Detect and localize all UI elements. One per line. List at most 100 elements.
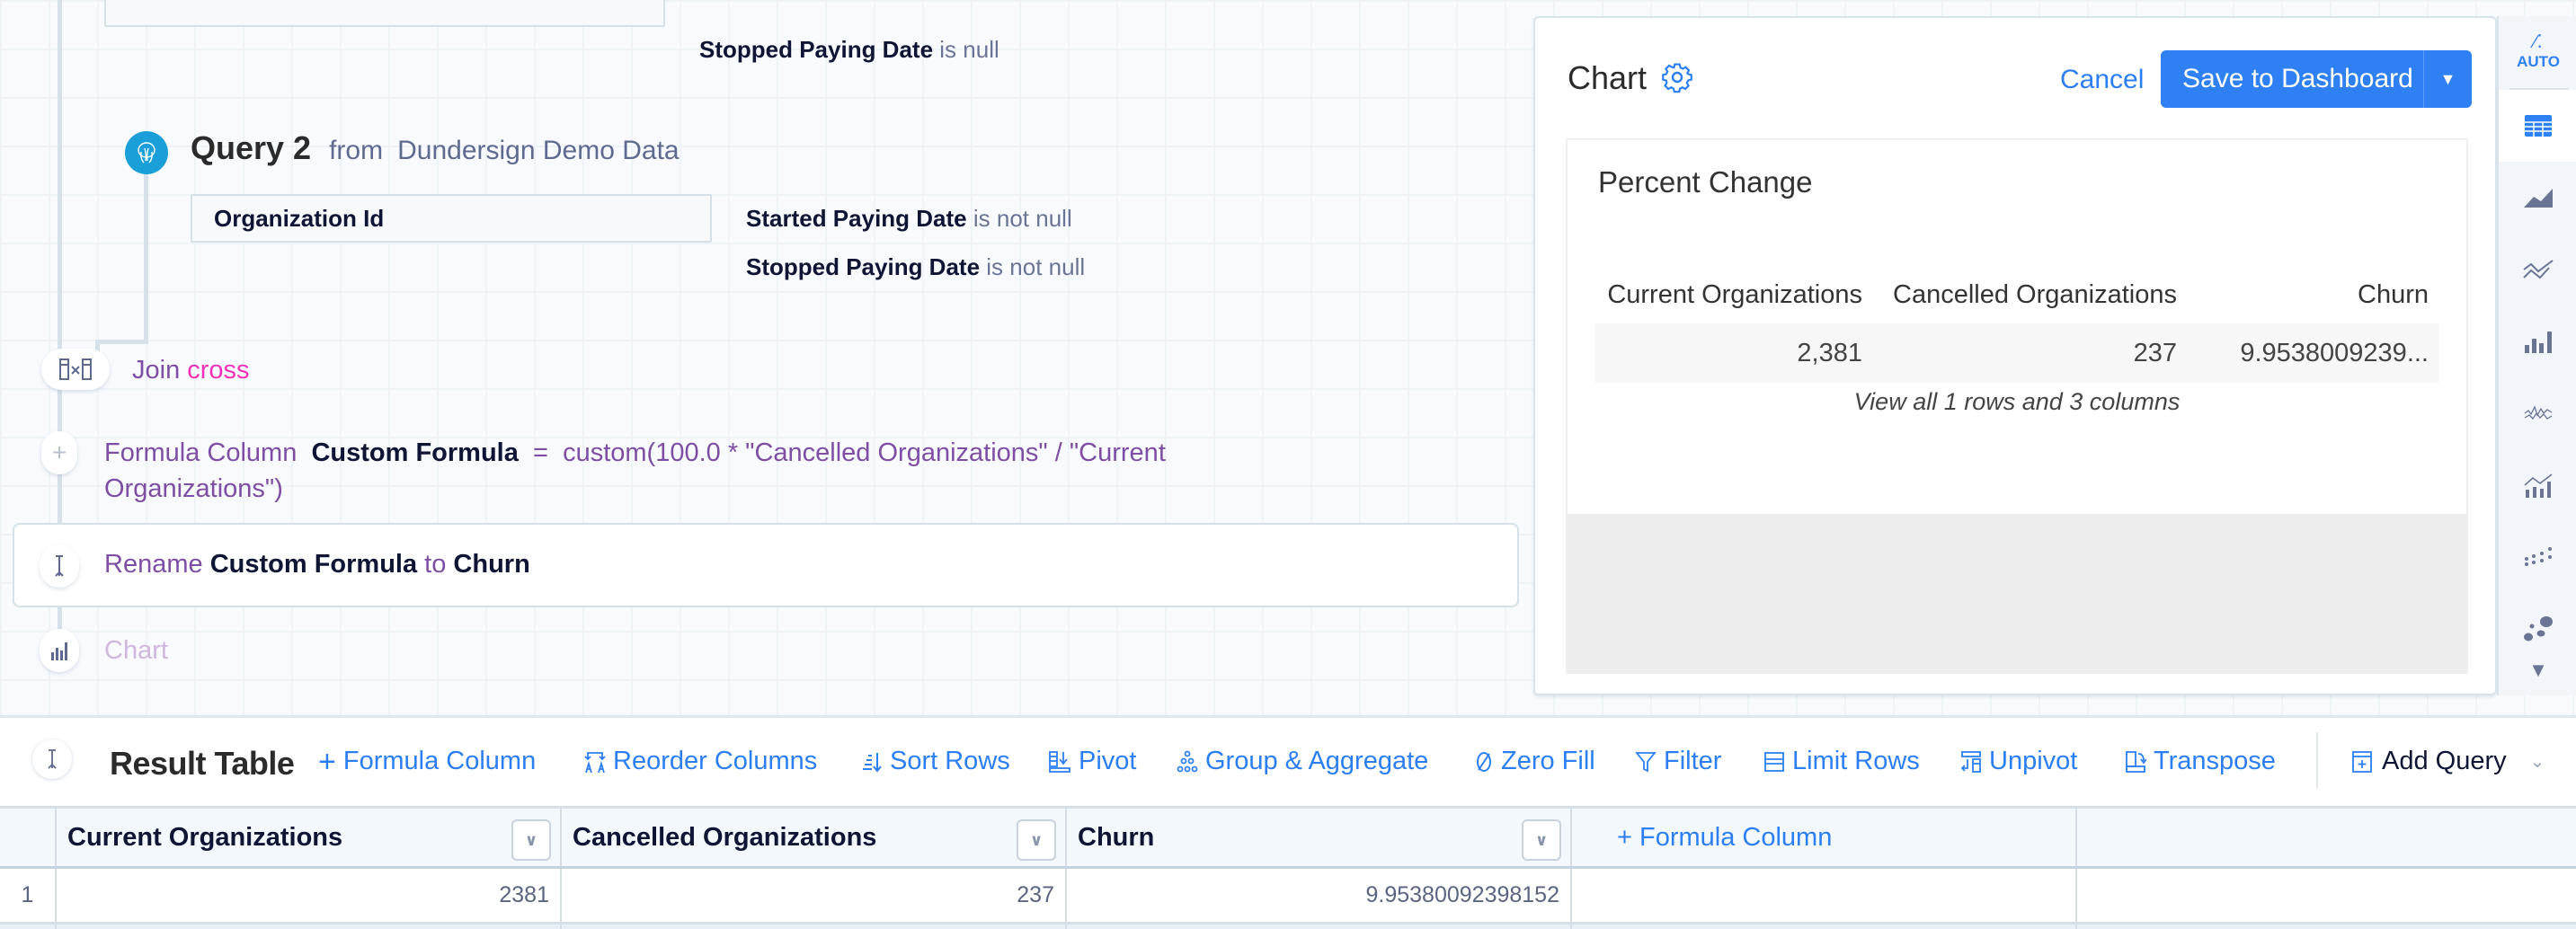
table-cell-empty	[1572, 869, 2077, 922]
chart-type-auto[interactable]: ⁄⁚ AUTO	[2499, 16, 2576, 88]
chart-type-bar-line[interactable]	[2499, 449, 2576, 521]
toolbar-label: Transpose	[2154, 747, 2276, 775]
query2-column-organization-id[interactable]: Organization Id	[191, 194, 712, 243]
chart-step-label: Chart	[104, 636, 168, 665]
query1-condition[interactable]: Stopped Paying Date is null	[699, 36, 999, 64]
magic-wand-icon: ⁄⁚	[2534, 32, 2543, 52]
chart-type-scatter[interactable]	[2499, 521, 2576, 593]
toolbar-label: Reorder Columns	[613, 747, 818, 775]
column-header-label: Churn	[1078, 822, 1155, 852]
pivot-icon	[1049, 750, 1070, 773]
formula-expression: custom(100.0 * "Cancelled Organizations"…	[563, 438, 1166, 467]
chart-type-sparkline[interactable]	[2499, 377, 2576, 449]
toolbar-zero-fill[interactable]: Zero Fill	[1474, 747, 1595, 776]
chart-type-more[interactable]: ▼	[2499, 645, 2576, 695]
toolbar-group-aggregate[interactable]: Group & Aggregate	[1177, 747, 1428, 776]
toolbar-unpivot[interactable]: Unpivot	[1960, 747, 2077, 776]
rename-to: Churn	[453, 550, 530, 579]
rename-step-text: Rename Custom Formula to Churn	[104, 550, 530, 580]
toolbar-limit-rows[interactable]: Limit Rows	[1763, 747, 1920, 776]
preview-table: Current Organizations Cancelled Organiza…	[1594, 266, 2439, 383]
toolbar-label: Zero Fill	[1501, 747, 1595, 775]
preview-header-cell: Current Organizations	[1607, 279, 1862, 309]
query2-condition-stopped[interactable]: Stopped Paying Date is not null	[746, 253, 1085, 281]
column-header-cancelled-organizations[interactable]: Cancelled Organizations ∨	[562, 809, 1067, 866]
toolbar-filter[interactable]: Filter	[1635, 747, 1721, 776]
preview-cell: 9.9538009239...	[2240, 338, 2429, 367]
rename-cursor-icon[interactable]	[40, 544, 79, 588]
query-name: Query 2	[191, 129, 312, 166]
table-icon	[2525, 115, 2552, 137]
save-label: Save to Dashboard	[2182, 64, 2413, 93]
gear-icon[interactable]	[1661, 61, 1693, 98]
postgres-elephant-icon	[125, 131, 168, 174]
save-to-dashboard-button[interactable]: Save to Dashboard ▼	[2161, 50, 2472, 108]
join-type[interactable]: cross	[187, 356, 249, 385]
filter-icon	[1635, 751, 1657, 772]
preview-header-cell: Churn	[2358, 279, 2429, 309]
view-all-link[interactable]: View all 1 rows and 3 columns	[1568, 388, 2466, 416]
rename-from: Custom Formula	[209, 550, 418, 579]
sparkline-icon	[2524, 405, 2553, 420]
chart-step[interactable]: Chart	[104, 636, 168, 666]
table-cell[interactable]: 2381	[57, 869, 562, 922]
table-cell[interactable]: 237	[562, 869, 1067, 922]
chart-panel-title: Chart	[1568, 59, 1648, 96]
result-table-title: Result Table	[110, 745, 295, 782]
query2-condition-started[interactable]: Started Paying Date is not null	[746, 205, 1072, 233]
add-query-button[interactable]: Add Query ⌄	[2351, 747, 2545, 776]
bar-line-icon	[2524, 473, 2553, 498]
toolbar-transpose[interactable]: Transpose	[2125, 747, 2276, 776]
cross-join-icon[interactable]	[41, 349, 110, 390]
chart-type-sidebar: ⁄⁚ AUTO ▼	[2497, 16, 2576, 695]
preview-header-cell: Cancelled Organizations	[1893, 279, 2177, 309]
toolbar-label: Pivot	[1079, 747, 1137, 775]
column-header-churn[interactable]: Churn ∨	[1067, 809, 1572, 866]
query1-column-box[interactable]	[104, 0, 665, 27]
chart-type-table[interactable]	[2499, 90, 2576, 162]
chart-type-bar[interactable]	[2499, 305, 2576, 377]
query2-title[interactable]: Query 2 from Dundersign Demo Data	[191, 129, 680, 167]
table-cell[interactable]: 9.95380092398152	[1067, 869, 1572, 922]
column-header-current-organizations[interactable]: Current Organizations ∨	[57, 809, 562, 866]
rename-step-card[interactable]: Rename Custom Formula to Churn	[13, 523, 1519, 607]
chevron-down-icon[interactable]: ∨	[1017, 819, 1056, 861]
query-source: Dundersign Demo Data	[397, 136, 680, 165]
preview-table-row: 2,381 237 9.9538009239...	[1594, 323, 2439, 383]
caret-down-icon[interactable]: ▼	[2424, 70, 2472, 89]
plus-icon[interactable]: +	[41, 431, 77, 474]
condition-operator: is not null	[973, 205, 1072, 232]
chevron-down-icon[interactable]: ∨	[511, 819, 551, 861]
toolbar-formula-column[interactable]: + Formula Column	[318, 744, 536, 779]
toolbar-sort-rows[interactable]: Sort Rows	[861, 747, 1010, 776]
toolbar-reorder-columns[interactable]: Reorder Columns	[584, 747, 817, 776]
resize-handle-icon[interactable]	[32, 739, 72, 779]
pipeline-line-query2	[144, 171, 148, 343]
add-formula-column-header[interactable]: + Formula Column	[1572, 809, 2077, 866]
chevron-down-icon[interactable]: ∨	[1522, 819, 1561, 861]
formula-step[interactable]: Formula Column Custom Formula = custom(1…	[104, 435, 1166, 507]
plus-icon: +	[318, 744, 336, 779]
join-label: Join	[132, 356, 181, 385]
preview-table-header: Current Organizations Cancelled Organiza…	[1594, 266, 2439, 323]
preview-cell: 2,381	[1797, 338, 1862, 367]
chart-type-area[interactable]	[2499, 162, 2576, 234]
add-query-label: Add Query	[2382, 747, 2507, 775]
cancel-button[interactable]: Cancel	[2060, 65, 2144, 95]
toolbar-pivot[interactable]: Pivot	[1048, 747, 1136, 776]
column-header-label: Current Organizations	[67, 822, 343, 852]
preview-cell: 237	[2133, 338, 2177, 367]
bubble-icon	[2524, 616, 2553, 641]
bar-chart-icon[interactable]	[40, 629, 79, 672]
zero-fill-icon	[1477, 751, 1491, 772]
rename-to-word: to	[424, 550, 447, 579]
preview-placeholder	[1568, 514, 2466, 674]
column-header-label: Cancelled Organizations	[573, 822, 877, 852]
join-step[interactable]: Join cross	[132, 356, 250, 385]
chart-preview-card: Percent Change Current Organizations Can…	[1566, 138, 2468, 674]
chart-type-line[interactable]	[2499, 234, 2576, 305]
query-from-label: from	[329, 136, 384, 165]
line-chart-icon	[2523, 260, 2554, 279]
sort-rows-icon	[863, 752, 882, 773]
result-grid-header: Current Organizations ∨ Cancelled Organi…	[0, 806, 2576, 869]
